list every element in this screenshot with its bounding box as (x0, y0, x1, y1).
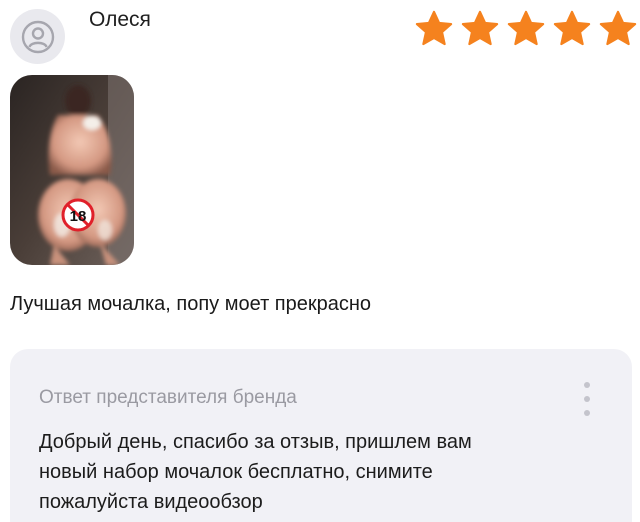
star-icon (461, 10, 499, 46)
review-photo-image: 18 (10, 75, 134, 265)
brand-reply-label: Ответ представителя бренда (39, 387, 297, 408)
age-restriction-icon: 18 (61, 198, 95, 232)
brand-reply: Ответ представителя бренда Добрый день, … (10, 349, 632, 522)
star-icon (599, 10, 637, 46)
star-icon (415, 10, 453, 46)
svg-text:18: 18 (70, 208, 87, 225)
more-vertical-icon[interactable] (582, 382, 592, 416)
brand-reply-line: Добрый день, спасибо за отзыв, пришлем в… (39, 431, 472, 453)
avatar[interactable] (10, 9, 65, 64)
review-text: Лучшая мочалка, попу моет прекрасно (10, 293, 372, 315)
brand-reply-text: Добрый день, спасибо за отзыв, пришлем в… (39, 427, 579, 517)
star-icon (507, 10, 545, 46)
review-card: Олеся 18 Лучшая мочалка, попу моет прекр… (0, 0, 640, 522)
reviewer-name: Олеся (89, 8, 151, 31)
rating-stars (412, 8, 640, 50)
star-icon (553, 10, 591, 46)
brand-reply-line: пожалуйста видеообзор (39, 491, 263, 513)
user-icon (21, 20, 54, 53)
review-photo[interactable]: 18 (10, 75, 134, 265)
brand-reply-line: новый набор мочалок бесплатно, снимите (39, 461, 433, 483)
